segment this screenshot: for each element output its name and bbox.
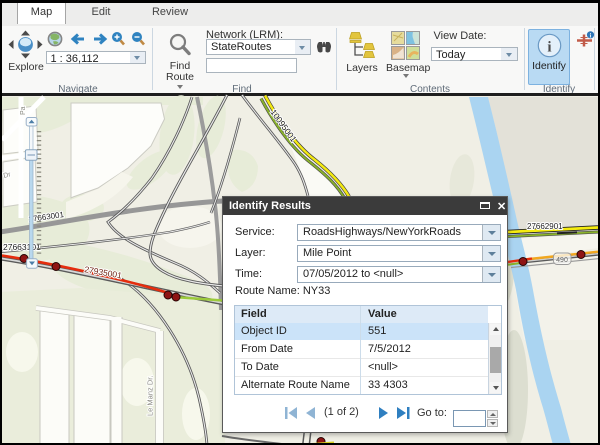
svg-text:27663101: 27663101 [3, 242, 41, 252]
svg-text:Le Manz Dr.: Le Manz Dr. [146, 376, 155, 416]
svg-text:27662901: 27662901 [527, 222, 563, 231]
svg-text:490: 490 [556, 257, 568, 264]
svg-text:i: i [547, 40, 551, 56]
svg-text:Pa: Pa [20, 106, 27, 115]
